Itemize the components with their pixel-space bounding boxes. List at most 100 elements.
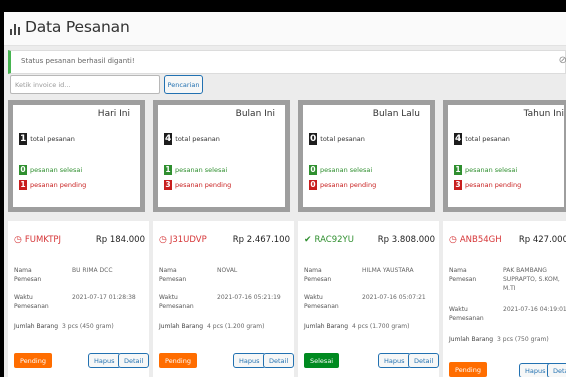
done-label: pesanan selesai bbox=[175, 166, 228, 174]
stat-pending: 3 pesanan pending bbox=[164, 180, 231, 190]
stat-card-bulan-ini: Bulan Ini 4 total pesanan 1 pesanan selesa… bbox=[153, 100, 290, 212]
customer-name: NOVAL bbox=[217, 267, 238, 274]
status-pending-button[interactable]: Pending bbox=[449, 362, 487, 377]
total-count: 4 bbox=[164, 133, 173, 145]
qty-label: Jumlah Barang bbox=[449, 336, 494, 343]
order-header: ◷ ANB54GH Rp 427.000 bbox=[449, 235, 566, 247]
delete-button[interactable]: Hapus bbox=[233, 353, 266, 368]
order-id[interactable]: ✔ RAC92YU bbox=[304, 235, 354, 245]
status-pending-button[interactable]: Pending bbox=[159, 353, 197, 368]
stat-done: 0 pesanan selesai bbox=[309, 165, 372, 175]
stat-pending: 0 pesanan pending bbox=[309, 180, 376, 190]
name-label: Nama Pemesan bbox=[449, 267, 477, 283]
detail-button[interactable]: Detail bbox=[547, 363, 566, 377]
order-price: Rp 427.000 bbox=[518, 235, 566, 245]
done-label: pesanan selesai bbox=[320, 166, 373, 174]
name-label: Nama Pemesan bbox=[159, 267, 187, 283]
time-label: Waktu Pemesanan bbox=[304, 294, 339, 310]
quantity-row: Jumlah Barang 4 pcs (1.200 gram) bbox=[159, 323, 264, 330]
bar-chart-icon bbox=[10, 24, 22, 35]
qty-value: 3 pcs (450 gram) bbox=[62, 323, 114, 330]
order-price: Rp 184.000 bbox=[95, 235, 145, 245]
done-count: 0 bbox=[19, 165, 27, 175]
qty-value: 3 pcs (750 gram) bbox=[497, 336, 549, 343]
total-label: total pesanan bbox=[30, 135, 75, 143]
name-label: Nama Pemesan bbox=[304, 267, 332, 283]
stat-period: Tahun Ini bbox=[523, 109, 564, 119]
stat-card-tahun-ini: Tahun Ini 4 total pesanan 1 pesanan selesa… bbox=[443, 100, 566, 212]
order-id-text: J31UDVP bbox=[169, 235, 207, 245]
stat-card-hari-ini: Hari Ini 1 total pesanan 0 pesanan selesai… bbox=[8, 100, 145, 212]
quantity-row: Jumlah Barang 4 pcs (1.700 gram) bbox=[304, 323, 409, 330]
order-price: Rp 2.467.100 bbox=[232, 235, 290, 245]
pending-label: pesanan pending bbox=[465, 181, 522, 189]
time-label: Waktu Pemesanan bbox=[159, 294, 194, 310]
delete-button[interactable]: Hapus bbox=[378, 353, 411, 368]
order-time: 2021-07-16 05:21:19 bbox=[217, 294, 281, 301]
order-time: 2021-07-16 04:19:01 bbox=[503, 306, 566, 313]
pending-count: 1 bbox=[19, 180, 27, 190]
order-time: 2021-07-17 01:28:38 bbox=[72, 294, 136, 301]
order-card: ◷ ANB54GH Rp 427.000 Nama Pemesan PAK BAM… bbox=[443, 221, 566, 377]
total-count: 0 bbox=[309, 133, 318, 145]
total-label: total pesanan bbox=[320, 135, 365, 143]
order-card: ◷ FUMKTPJ Rp 184.000 Nama Pemesan BU RIMA… bbox=[8, 221, 150, 377]
title-bar: Data Pesanan bbox=[4, 12, 566, 46]
clock-icon: ◷ bbox=[159, 235, 167, 245]
total-label: total pesanan bbox=[175, 135, 220, 143]
screenshot-frame: Data Pesanan Status pesanan berhasil dig… bbox=[0, 0, 566, 377]
customer-name: HILMA YAUSTARA bbox=[362, 267, 414, 274]
close-icon[interactable]: ⊘ bbox=[559, 56, 566, 66]
order-id-text: RAC92YU bbox=[314, 235, 354, 245]
order-card: ◷ J31UDVP Rp 2.467.100 Nama Pemesan NOVAL… bbox=[153, 221, 295, 377]
stat-period: Bulan Lalu bbox=[372, 109, 420, 119]
total-label: total pesanan bbox=[465, 135, 510, 143]
search-button[interactable]: Pencarian bbox=[164, 75, 203, 94]
done-count: 1 bbox=[164, 165, 172, 175]
customer-name: PAK BAMBANG SUPRAPTO, S.KOM, M.TI bbox=[503, 267, 560, 292]
order-id-text: FUMKTPJ bbox=[24, 235, 62, 245]
pending-label: pesanan pending bbox=[175, 181, 232, 189]
qty-value: 4 pcs (1.200 gram) bbox=[207, 323, 265, 330]
done-label: pesanan selesai bbox=[465, 166, 518, 174]
stat-period: Bulan Ini bbox=[235, 109, 275, 119]
stat-done: 1 pesanan selesai bbox=[454, 165, 517, 175]
invoice-search-input[interactable] bbox=[10, 75, 160, 94]
total-count: 1 bbox=[19, 133, 28, 145]
pending-count: 3 bbox=[164, 180, 172, 190]
quantity-row: Jumlah Barang 3 pcs (750 gram) bbox=[449, 336, 549, 343]
stat-pending: 3 pesanan pending bbox=[454, 180, 521, 190]
stat-period: Hari Ini bbox=[97, 109, 130, 119]
name-label: Nama Pemesan bbox=[14, 267, 42, 283]
order-id[interactable]: ◷ FUMKTPJ bbox=[14, 235, 61, 245]
detail-button[interactable]: Detail bbox=[118, 353, 150, 368]
delete-button[interactable]: Hapus bbox=[88, 353, 121, 368]
order-header: ◷ FUMKTPJ Rp 184.000 bbox=[14, 235, 149, 247]
stat-pending: 1 pesanan pending bbox=[19, 180, 86, 190]
pending-label: pesanan pending bbox=[30, 181, 87, 189]
qty-label: Jumlah Barang bbox=[159, 323, 204, 330]
status-pending-button[interactable]: Pending bbox=[14, 353, 52, 368]
order-card: ✔ RAC92YU Rp 3.808.000 Nama Pemesan HILMA… bbox=[298, 221, 440, 377]
check-icon: ✔ bbox=[304, 235, 312, 245]
time-label: Waktu Pemesanan bbox=[14, 294, 49, 310]
stat-card-bulan-lalu: Bulan Lalu 0 total pesanan 0 pesanan seles… bbox=[298, 100, 435, 212]
order-id[interactable]: ◷ ANB54GH bbox=[449, 235, 502, 245]
success-notice: Status pesanan berhasil diganti! ⊘ bbox=[8, 50, 566, 74]
done-count: 1 bbox=[454, 165, 462, 175]
customer-name: BU RIMA DCC bbox=[72, 267, 113, 274]
order-id[interactable]: ◷ J31UDVP bbox=[159, 235, 207, 245]
total-count: 4 bbox=[454, 133, 463, 145]
detail-button[interactable]: Detail bbox=[263, 353, 295, 368]
stat-done: 1 pesanan selesai bbox=[164, 165, 227, 175]
qty-label: Jumlah Barang bbox=[14, 323, 59, 330]
quantity-row: Jumlah Barang 3 pcs (450 gram) bbox=[14, 323, 114, 330]
detail-button[interactable]: Detail bbox=[408, 353, 440, 368]
status-done-button[interactable]: Selesai bbox=[304, 353, 340, 368]
order-price: Rp 3.808.000 bbox=[377, 235, 435, 245]
time-label: Waktu Pemesanan bbox=[449, 306, 484, 322]
pending-count: 3 bbox=[454, 180, 462, 190]
done-count: 0 bbox=[309, 165, 317, 175]
clock-icon: ◷ bbox=[449, 235, 457, 245]
pending-count: 0 bbox=[309, 180, 317, 190]
